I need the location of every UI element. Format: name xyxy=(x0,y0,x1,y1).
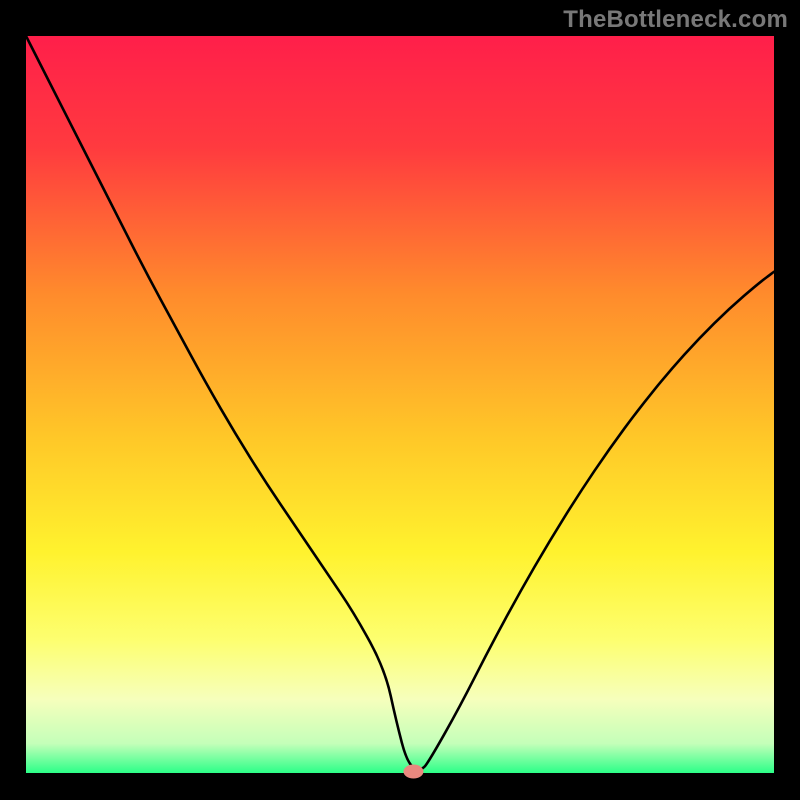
min-marker xyxy=(403,765,423,779)
bottleneck-chart xyxy=(0,0,800,800)
watermark-text: TheBottleneck.com xyxy=(563,6,788,34)
plot-background xyxy=(26,36,774,773)
chart-frame: TheBottleneck.com xyxy=(0,0,800,800)
